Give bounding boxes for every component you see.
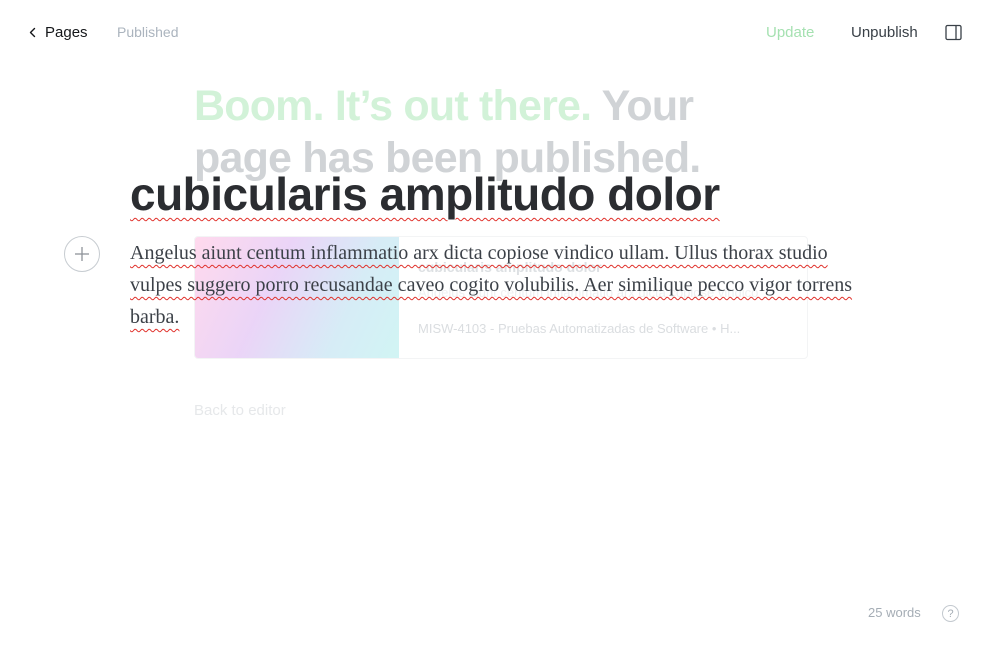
published-heading-accent: Boom. It’s out there. [194, 82, 592, 130]
post-body[interactable]: Angelus aiunt centum inflammatio arx dic… [130, 237, 870, 333]
help-icon[interactable]: ? [942, 605, 959, 622]
help-glyph: ? [947, 607, 954, 620]
post-title[interactable]: cubicularis amplitudo dolor [130, 166, 720, 222]
word-count: 25 words [868, 605, 921, 620]
plus-icon [75, 247, 89, 261]
back-to-editor-link[interactable]: Back to editor [194, 402, 286, 419]
add-card-button[interactable] [64, 236, 100, 272]
